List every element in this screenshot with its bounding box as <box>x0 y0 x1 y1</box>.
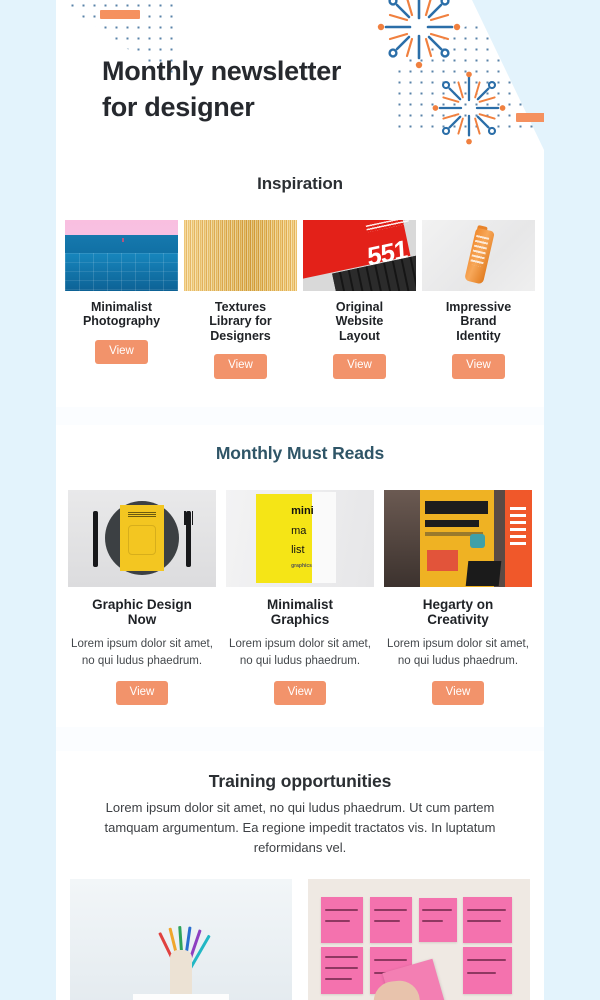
minimalist-graphics-book-image: mini ma list graphics <box>226 489 374 587</box>
golden-stripes-texture-image <box>184 220 297 291</box>
card-title-line-1: Hegarty on <box>422 596 494 612</box>
book-cover-word-1: mini <box>291 505 314 518</box>
card-title: Hegarty on Creativity <box>423 597 494 629</box>
section-divider-band <box>56 406 544 425</box>
card-title-line-3: Layout <box>339 328 380 343</box>
card-title: Graphic Design Now <box>92 597 192 629</box>
view-button[interactable]: View <box>95 339 148 365</box>
card-title-line-3: Designers <box>210 328 271 343</box>
yellow-book-on-plate-image <box>68 489 216 587</box>
laptop-red-screen-image: 551 <box>303 220 416 291</box>
must-reads-card-grid: Graphic Design Now Lorem ipsum dolor sit … <box>68 489 532 706</box>
view-button[interactable]: View <box>115 680 169 706</box>
card-title-line-2: Graphics <box>270 612 330 628</box>
inspiration-card[interactable]: 551 Original Website Layout View <box>303 220 416 379</box>
must-read-card[interactable]: mini ma list graphics Minimalist Graphics… <box>226 489 374 706</box>
accent-bar-right <box>516 113 544 122</box>
card-title-line-2: Brand <box>460 314 497 329</box>
newsletter-header: Monthly newsletter for designer <box>56 0 544 160</box>
training-image[interactable] <box>308 879 530 1000</box>
card-thumbnail[interactable]: mini ma list graphics <box>226 489 374 587</box>
inspiration-card-grid: Minimalist Photography View Textures Libra… <box>65 220 535 379</box>
card-title: Minimalist Photography <box>83 300 160 329</box>
inspiration-section: Inspiration Minimalist Photography View T… <box>56 160 544 379</box>
hegarty-creativity-book-image <box>384 489 532 587</box>
card-thumbnail[interactable]: 551 <box>303 220 416 291</box>
card-title-line-2: Website <box>335 314 384 329</box>
view-button[interactable]: View <box>333 354 386 379</box>
accent-bar-top-left <box>100 10 140 19</box>
page-title-line-2: for designer <box>102 91 255 122</box>
card-title-line-2: Photography <box>82 314 161 329</box>
inspiration-card[interactable]: Textures Library for Designers View <box>184 220 297 379</box>
must-read-card[interactable]: Hegarty on Creativity Lorem ipsum dolor s… <box>384 489 532 706</box>
card-title: Minimalist Graphics <box>267 597 333 629</box>
card-thumbnail[interactable] <box>384 489 532 587</box>
hand-holding-pencils-image <box>70 879 292 1000</box>
training-body-text: Lorem ipsum dolor sit amet, no qui ludus… <box>104 800 496 855</box>
card-title-line-2: Library for <box>209 314 272 329</box>
card-title-line-2: Now <box>127 612 157 628</box>
card-title-line-1: Textures <box>214 300 267 314</box>
page-title: Monthly newsletter for designer <box>102 54 432 125</box>
view-button[interactable]: View <box>273 680 327 706</box>
card-title-line-1: Impressive <box>445 300 512 314</box>
orange-bottle-image <box>422 220 535 291</box>
newsletter-content-column: Monthly newsletter for designer Inspirati… <box>56 0 544 1000</box>
card-thumbnail[interactable] <box>68 489 216 587</box>
inspiration-card[interactable]: Impressive Brand Identity View <box>422 220 535 379</box>
card-title-line-3: Identity <box>456 328 501 343</box>
training-section: Training opportunities Lorem ipsum dolor… <box>56 751 544 1000</box>
card-thumbnail[interactable] <box>422 220 535 291</box>
card-description: Lorem ipsum dolor sit amet, no qui ludus… <box>229 638 371 667</box>
card-title-line-1: Minimalist <box>90 300 153 314</box>
card-title-line-1: Minimalist <box>266 596 333 612</box>
must-read-card[interactable]: Graphic Design Now Lorem ipsum dolor sit … <box>68 489 216 706</box>
card-title: Original Website Layout <box>336 300 384 343</box>
card-title: Textures Library for Designers <box>209 300 272 343</box>
book-cover-word-4: graphics <box>291 563 312 570</box>
sticky-notes-wall-image <box>308 879 530 1000</box>
view-button[interactable]: View <box>214 354 267 379</box>
card-title-line-2: Creativity <box>427 612 489 628</box>
page-title-line-1: Monthly newsletter <box>102 56 342 86</box>
training-image-row <box>68 879 532 1000</box>
training-image[interactable] <box>70 879 292 1000</box>
view-button[interactable]: View <box>452 354 505 379</box>
must-reads-heading: Monthly Must Reads <box>215 442 385 463</box>
card-thumbnail[interactable] <box>65 220 178 291</box>
card-title: Impressive Brand Identity <box>446 300 511 343</box>
inspiration-card[interactable]: Minimalist Photography View <box>65 220 178 379</box>
card-title-line-1: Original <box>335 300 384 314</box>
book-cover-word-2: ma <box>291 524 307 537</box>
newsletter-page: Monthly newsletter for designer Inspirati… <box>0 0 600 1000</box>
inspiration-heading: Inspiration <box>257 174 343 193</box>
view-button[interactable]: View <box>431 680 485 706</box>
card-description: Lorem ipsum dolor sit amet, no qui ludus… <box>71 638 213 667</box>
book-cover-word-3: list <box>291 543 305 556</box>
card-thumbnail[interactable] <box>184 220 297 291</box>
card-title-line-1: Graphic Design <box>92 596 192 612</box>
pink-sky-ocean-image <box>65 220 178 291</box>
section-divider-band <box>56 727 544 752</box>
must-reads-section: Monthly Must Reads Graphic Design Now Lor… <box>56 425 544 706</box>
card-description: Lorem ipsum dolor sit amet, no qui ludus… <box>387 638 529 667</box>
training-heading: Training opportunities <box>208 771 392 792</box>
starburst-icon-lower <box>432 71 506 145</box>
